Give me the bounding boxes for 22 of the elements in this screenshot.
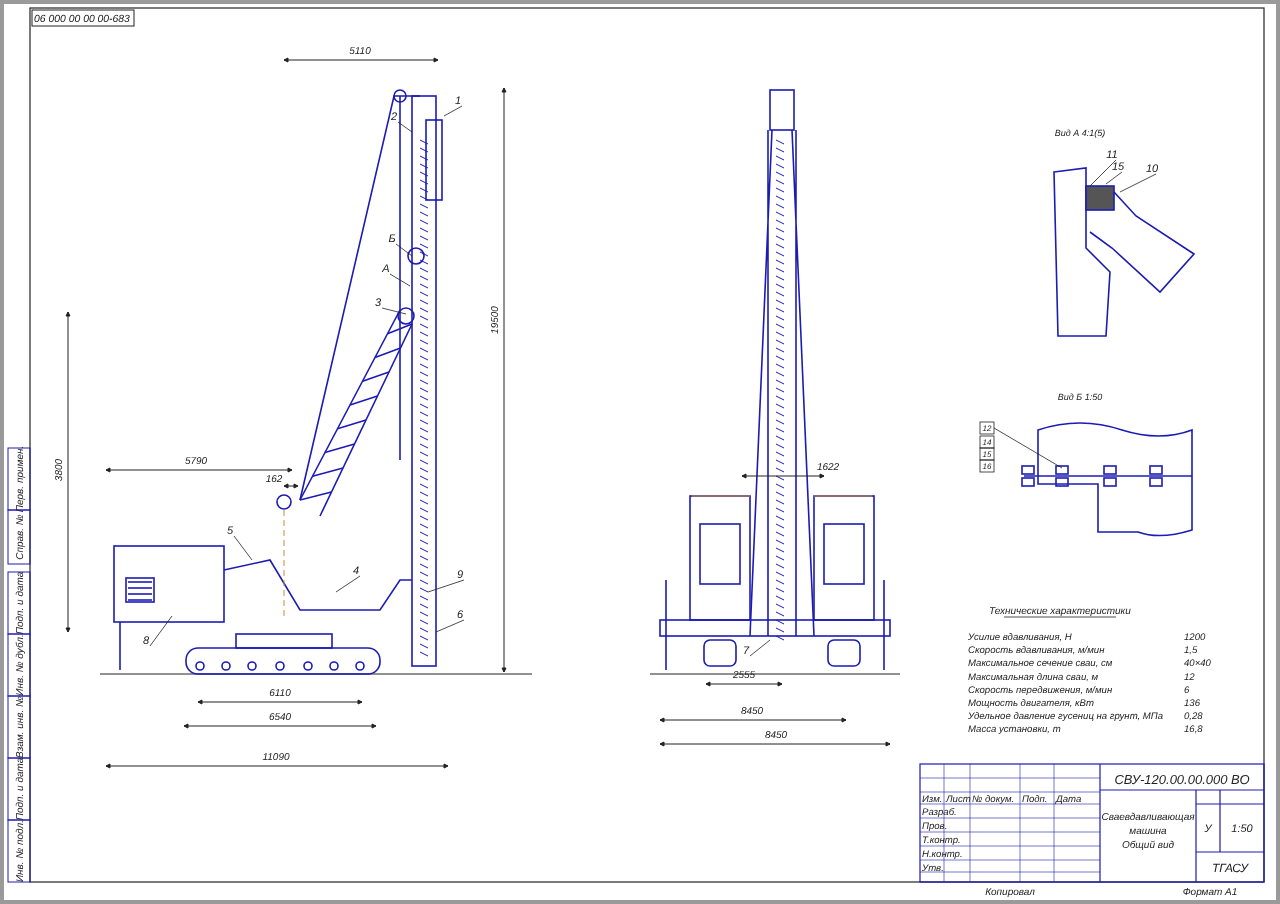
- stamp-cell: [7, 509, 31, 565]
- leader-line: [395, 243, 413, 257]
- stamp-cell: [7, 695, 31, 759]
- stamp-cell: [7, 757, 31, 821]
- leader-line: [381, 307, 407, 315]
- stamp-cell: [7, 571, 31, 635]
- leader-line: [149, 615, 173, 647]
- leader-line: [427, 579, 465, 593]
- leader-line: [749, 639, 771, 657]
- dimension-line: [705, 681, 783, 687]
- stamp-cell: [7, 447, 31, 511]
- leader-line: [397, 121, 413, 133]
- leader-line: [335, 575, 361, 593]
- stamp-cell: [7, 633, 31, 697]
- leader-line: [435, 619, 465, 633]
- dimension-line: [283, 483, 299, 489]
- leader-line: [443, 105, 463, 117]
- dimension-line: [741, 473, 825, 479]
- leader-line: [233, 535, 253, 561]
- leader-line: [993, 427, 1063, 469]
- stamp-cell: [7, 819, 31, 883]
- leader-line: [389, 273, 411, 287]
